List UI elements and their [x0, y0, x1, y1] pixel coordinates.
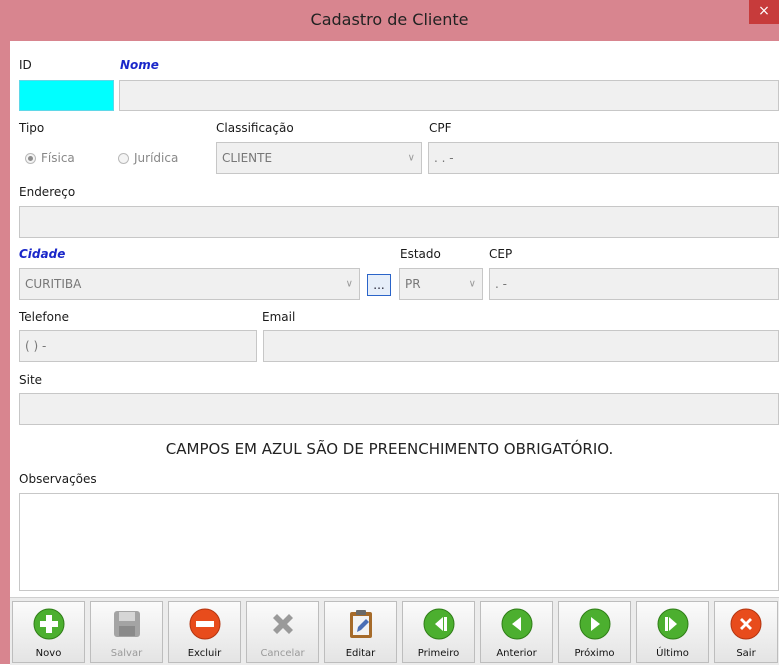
next-record-icon [579, 608, 610, 640]
tipo-label: Tipo [19, 121, 45, 135]
close-circle-icon [730, 608, 762, 640]
telefone-field[interactable]: ( ) - [19, 330, 257, 362]
primeiro-button[interactable]: Primeiro [402, 601, 475, 663]
classificacao-value: CLIENTE [222, 151, 273, 165]
endereco-field[interactable] [19, 206, 779, 238]
plus-circle-icon [33, 608, 64, 640]
cidade-lookup-button[interactable]: ... [367, 274, 391, 296]
email-field[interactable] [263, 330, 779, 362]
save-disk-icon [113, 611, 140, 637]
cpf-label: CPF [429, 121, 452, 135]
cep-label: CEP [489, 247, 513, 261]
x-cross-icon [272, 614, 293, 634]
chevron-down-icon: ∨ [407, 152, 415, 164]
clipboard-edit-icon [349, 610, 372, 638]
radio-unselected-icon [118, 152, 129, 164]
close-button[interactable]: × [749, 0, 779, 24]
first-record-icon [423, 608, 454, 640]
nome-field[interactable] [119, 80, 779, 111]
title-bar: Cadastro de Cliente × [0, 0, 779, 41]
anterior-button[interactable]: Anterior [480, 601, 553, 663]
observacoes-label: Observações [19, 472, 97, 486]
anterior-label: Anterior [496, 648, 537, 659]
sair-button[interactable]: Sair [714, 601, 778, 663]
radio-selected-icon [25, 152, 36, 164]
cidade-select[interactable]: CURITIBA ∨ [19, 268, 360, 300]
site-field[interactable] [19, 393, 779, 425]
toolbar: Novo Salvar Excluir Cancelar Editar Prim… [10, 597, 779, 665]
id-field[interactable] [19, 80, 114, 111]
window: Cadastro de Cliente × ID Nome Tipo Class… [0, 0, 779, 665]
editar-label: Editar [345, 648, 376, 659]
observacoes-textarea[interactable] [19, 493, 779, 591]
required-fields-notice: CAMPOS EM AZUL SÃO DE PREENCHIMENTO OBRI… [165, 440, 614, 458]
estado-value: PR [405, 277, 421, 291]
tipo-fisica-radio[interactable]: Física [25, 151, 75, 165]
salvar-label: Salvar [110, 648, 143, 659]
salvar-button[interactable]: Salvar [90, 601, 163, 663]
last-record-icon [657, 608, 688, 640]
cidade-value: CURITIBA [25, 277, 82, 291]
sair-label: Sair [736, 648, 756, 659]
chevron-down-icon: ∨ [468, 278, 476, 290]
email-label: Email [262, 310, 296, 324]
ultimo-button[interactable]: Último [636, 601, 709, 663]
ultimo-label: Último [656, 648, 689, 659]
telefone-label: Telefone [19, 310, 69, 324]
window-left-border [0, 41, 10, 664]
novo-label: Novo [35, 648, 62, 659]
tipo-juridica-radio[interactable]: Jurídica [118, 151, 178, 165]
primeiro-label: Primeiro [417, 648, 460, 659]
estado-label: Estado [400, 247, 441, 261]
id-label: ID [19, 58, 32, 72]
minus-circle-icon [189, 608, 220, 640]
cep-field[interactable]: . - [489, 268, 779, 300]
estado-select[interactable]: PR ∨ [399, 268, 483, 300]
classificacao-label: Classificação [216, 121, 294, 135]
excluir-label: Excluir [187, 648, 222, 659]
nome-label: Nome [120, 58, 159, 72]
cidade-label: Cidade [19, 247, 66, 261]
proximo-label: Próximo [574, 648, 615, 659]
proximo-button[interactable]: Próximo [558, 601, 631, 663]
chevron-down-icon: ∨ [345, 278, 353, 290]
editar-button[interactable]: Editar [324, 601, 397, 663]
tipo-juridica-label: Jurídica [134, 151, 179, 165]
novo-button[interactable]: Novo [12, 601, 85, 663]
tipo-fisica-label: Física [41, 151, 75, 165]
endereco-label: Endereço [19, 185, 76, 199]
site-label: Site [19, 373, 43, 387]
classificacao-select[interactable]: CLIENTE ∨ [216, 142, 422, 174]
cancelar-label: Cancelar [260, 648, 305, 659]
excluir-button[interactable]: Excluir [168, 601, 241, 663]
cancelar-button[interactable]: Cancelar [246, 601, 319, 663]
cpf-field[interactable]: . . - [428, 142, 779, 174]
window-title: Cadastro de Cliente [310, 10, 469, 29]
previous-record-icon [501, 608, 532, 640]
